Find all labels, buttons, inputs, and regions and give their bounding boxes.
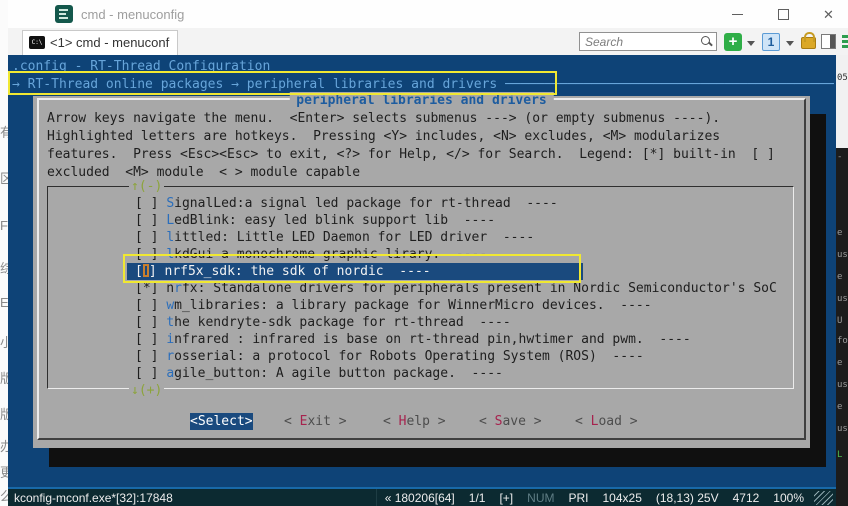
close-button[interactable]: ✕ [806,0,848,28]
dialog-shadow-right [810,114,826,448]
help-text-line: Highlighted letters are hotkeys. Pressin… [47,128,720,145]
background-text-fragment: - [837,152,842,162]
status-bar: kconfig-mconf.exe*[32]:17848 « 180206[64… [8,487,836,506]
background-window-light-area [836,55,848,148]
save-button[interactable]: < Save > [479,413,542,430]
background-text-fragment: F [0,218,8,233]
new-console-dropdown-icon[interactable] [747,41,755,46]
background-text-fragment: e [837,272,842,282]
console-list-dropdown-icon[interactable] [786,41,794,46]
tab-bar: C:\ <1> cmd - menuconf Search + 1 [8,28,848,55]
status-cursor-pos: (18,13) 25V [656,491,719,505]
background-text-fragment: us [837,294,848,304]
status-console-size: 104x25 [603,491,642,505]
annotation-box-breadcrumb [8,71,557,95]
select-button[interactable]: <Select> [190,413,253,430]
status-divider [376,489,377,506]
status-buffer-pos: 1/1 [469,491,486,505]
scroll-down-indicator: ↓(+) [129,382,164,399]
load-button[interactable]: < Load > [575,413,638,430]
status-process-info: kconfig-mconf.exe*[32]:17848 [14,491,173,505]
background-text-fragment: us [837,250,848,260]
menu-item[interactable]: [ ] wm_libraries: a library package for … [135,297,652,314]
help-text-line: Arrow keys navigate the menu. <Enter> se… [47,110,720,127]
search-input[interactable]: Search [579,32,717,51]
terminal-area[interactable]: .config - RT-Thread Configuration → RT-T… [8,55,836,487]
background-text-fragment: 综 [0,258,8,277]
resize-grip[interactable] [814,491,833,505]
help-button[interactable]: < Help > [383,413,446,430]
background-text-fragment: 更 [0,462,8,481]
status-zoom-level: 100% [773,491,804,505]
new-console-button[interactable]: + [724,33,742,51]
dialog-shadow-bottom [49,448,826,467]
background-text-fragment: E [0,295,8,310]
tab-cmd-menuconf[interactable]: C:\ <1> cmd - menuconf [22,30,178,55]
console-1-button[interactable]: 1 [762,33,780,51]
background-text-fragment: 有 [0,122,8,141]
window-title: cmd - menuconfig [81,7,184,22]
status-pid: 4712 [733,491,760,505]
background-text-fragment: L [837,450,842,460]
maximize-button[interactable] [760,0,806,28]
background-text-fragment: 么 [0,486,8,505]
hamburger-menu-icon[interactable] [842,35,848,48]
background-text-fragment: fo [837,336,848,346]
background-window-left-strip: 有区F综E小版版办更么 [0,0,8,506]
background-text-fragment: e [837,228,842,238]
menu-item[interactable]: [ ] rosserial: a protocol for Robots Ope… [135,348,644,365]
annotation-box-selected-item [123,254,581,283]
menu-item[interactable]: [ ] infrared : infrared is base on rt-th… [135,331,691,348]
background-text-fragment: 05 [837,73,848,83]
status-numlock: NUM [527,491,554,505]
background-text-fragment: us [837,380,848,390]
lock-icon[interactable] [801,37,816,49]
split-panel-icon[interactable] [821,34,836,49]
menu-item[interactable]: [ ] SignalLed:a signal led package for r… [135,195,558,212]
background-text-fragment: us [837,424,848,434]
status-scroll-indicator: [+] [499,491,513,505]
search-icon [701,36,710,45]
background-text-fragment: U [837,316,842,326]
background-text-fragment: 版 [0,368,8,387]
background-text-fragment: 小 [0,332,8,351]
background-window-right-strip: 05 - e us e us Ufo e us e us L [836,55,848,506]
menu-item[interactable]: [ ] littled: Little LED Daemon for LED d… [135,229,534,246]
tab-label: <1> cmd - menuconf [50,35,169,50]
background-text-fragment: 办 [0,436,8,455]
menu-item[interactable]: [ ] agile_button: A agile button package… [135,365,503,382]
background-text-fragment: 版 [0,404,8,423]
help-text-line: excluded <M> module < > module capable [47,164,360,181]
help-text-line: features. Press <Esc><Esc> to exit, <?> … [47,146,775,163]
cmd-icon: C:\ [29,36,45,49]
menu-item[interactable]: [ ] the kendryte-sdk package for rt-thre… [135,314,511,331]
background-text-fragment: 区 [0,168,8,187]
background-text-fragment: e [837,402,842,412]
status-right-cluster: « 180206[64] 1/1 [+] NUM PRI 104x25 (18,… [385,491,804,505]
exit-button[interactable]: < Exit > [284,413,347,430]
conemu-app-icon [55,5,73,23]
window-titlebar: cmd - menuconfig ✕ [8,0,848,28]
status-priority: PRI [568,491,588,505]
background-text-fragment: e [837,358,842,368]
screenshot-root: 有区F综E小版版办更么 05-euseusUfoeuseusL cmd - me… [0,0,848,506]
scroll-up-indicator: ↑(-) [129,178,164,195]
menu-item[interactable]: [ ] LedBlink: easy led blink support lib… [135,212,495,229]
minimize-button[interactable] [714,0,760,28]
status-console-id: « 180206[64] [385,491,455,505]
search-placeholder: Search [585,35,623,49]
